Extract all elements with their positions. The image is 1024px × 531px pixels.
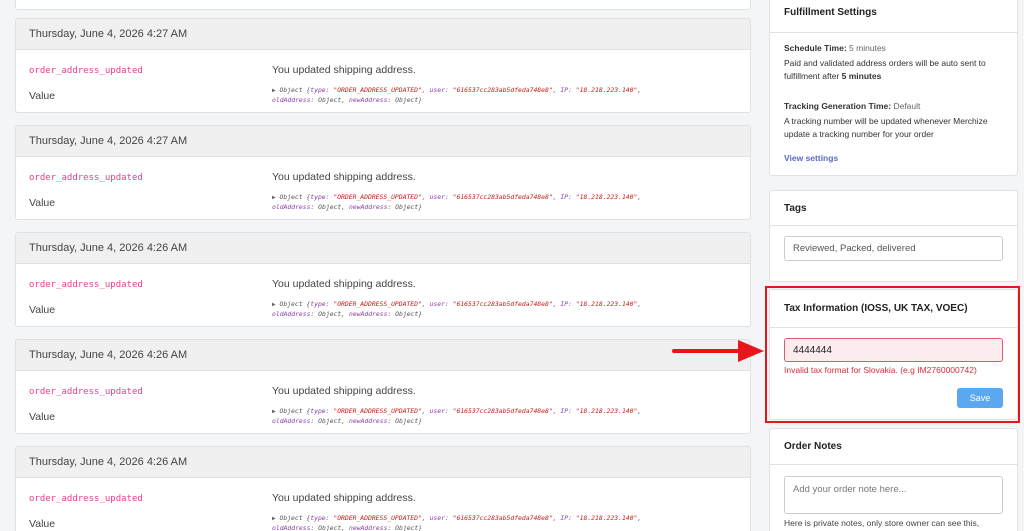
object-preview[interactable]: ▶ Object {type: "ORDER_ADDRESS_UPDATED",…	[272, 86, 742, 105]
history-log: Thursday, June 4, 2026 4:27 AM order_add…	[15, 0, 751, 531]
object-preview[interactable]: ▶ Object {type: "ORDER_ADDRESS_UPDATED",…	[272, 407, 742, 426]
object-preview[interactable]: ▶ Object {type: "ORDER_ADDRESS_UPDATED",…	[272, 300, 742, 319]
event-description: You updated shipping address.	[272, 278, 416, 290]
value-label: Value	[29, 304, 56, 316]
schedule-description-bold: 5 minutes	[841, 71, 882, 81]
log-entry: Thursday, June 4, 2026 4:26 AM order_add…	[15, 446, 751, 531]
tracking-description: A tracking number will be updated whenev…	[784, 116, 988, 139]
view-settings-link[interactable]: View settings	[784, 152, 1003, 165]
previous-log-card	[15, 0, 751, 10]
log-timestamp: Thursday, June 4, 2026 4:26 AM	[16, 233, 750, 264]
value-label: Value	[29, 411, 56, 423]
log-entry: Thursday, June 4, 2026 4:27 AM order_add…	[15, 18, 751, 113]
panel-title: Fulfillment Settings	[770, 0, 1017, 33]
event-description: You updated shipping address.	[272, 492, 416, 504]
expand-triangle-icon[interactable]: ▶	[272, 515, 276, 522]
order-note-hint: Here is private notes, only store owner …	[784, 518, 980, 528]
order-note-textarea[interactable]: Add your order note here...	[784, 476, 1003, 514]
log-timestamp: Thursday, June 4, 2026 4:27 AM	[16, 19, 750, 50]
event-description: You updated shipping address.	[272, 64, 416, 76]
value-label: Value	[29, 197, 56, 209]
expand-triangle-icon[interactable]: ▶	[272, 87, 276, 94]
expand-triangle-icon[interactable]: ▶	[272, 194, 276, 201]
event-description: You updated shipping address.	[272, 385, 416, 397]
order-history-page: Thursday, June 4, 2026 4:27 AM order_add…	[0, 0, 1024, 531]
object-preview[interactable]: ▶ Object {type: "ORDER_ADDRESS_UPDATED",…	[272, 193, 742, 212]
object-preview[interactable]: ▶ Object {type: "ORDER_ADDRESS_UPDATED",…	[272, 514, 742, 531]
expand-triangle-icon[interactable]: ▶	[272, 301, 276, 308]
tags-input[interactable]: Reviewed, Packed, delivered	[784, 236, 1003, 261]
tracking-time-value: Default	[893, 101, 921, 111]
panel-title: Order Notes	[770, 429, 1017, 465]
log-entry: Thursday, June 4, 2026 4:26 AM order_add…	[15, 339, 751, 434]
tracking-time-label: Tracking Generation Time:	[784, 101, 892, 111]
log-timestamp: Thursday, June 4, 2026 4:26 AM	[16, 340, 750, 371]
value-label: Value	[29, 518, 56, 530]
panel-title: Tags	[770, 191, 1017, 226]
log-timestamp: Thursday, June 4, 2026 4:27 AM	[16, 126, 750, 157]
annotation-arrow-icon	[672, 340, 764, 362]
event-name: order_address_updated	[29, 387, 143, 397]
annotation-highlight-box	[765, 286, 1020, 423]
event-name: order_address_updated	[29, 280, 143, 290]
order-notes-panel: Order Notes Add your order note here... …	[769, 428, 1018, 531]
value-label: Value	[29, 90, 56, 102]
log-entry: Thursday, June 4, 2026 4:27 AM order_add…	[15, 125, 751, 220]
expand-triangle-icon[interactable]: ▶	[272, 408, 276, 415]
log-timestamp: Thursday, June 4, 2026 4:26 AM	[16, 447, 750, 478]
event-description: You updated shipping address.	[272, 171, 416, 183]
fulfillment-settings-panel: Fulfillment Settings Schedule Time: 5 mi…	[769, 0, 1018, 176]
schedule-time-value: 5 minutes	[849, 43, 886, 53]
tags-panel: Tags Reviewed, Packed, delivered	[769, 190, 1018, 282]
log-entry: Thursday, June 4, 2026 4:26 AM order_add…	[15, 232, 751, 327]
schedule-time-label: Schedule Time:	[784, 43, 847, 53]
event-name: order_address_updated	[29, 494, 143, 504]
schedule-description: Paid and validated address orders will b…	[784, 58, 986, 81]
event-name: order_address_updated	[29, 173, 143, 183]
event-name: order_address_updated	[29, 66, 143, 76]
